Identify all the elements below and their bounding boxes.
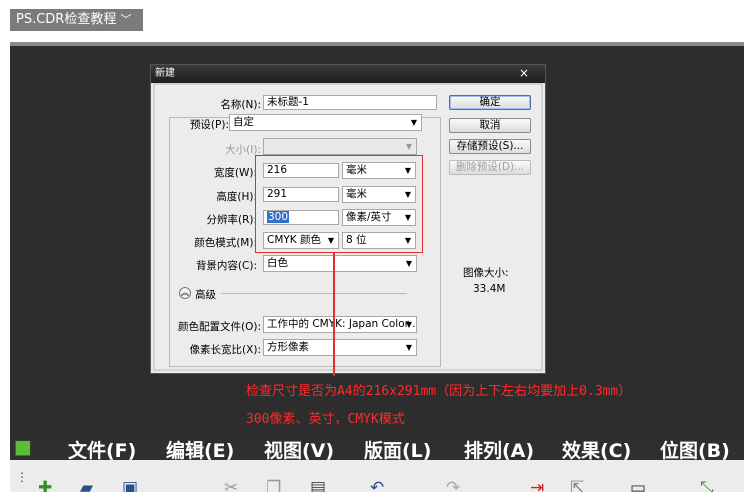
cancel-button[interactable]: 取消 [449,118,531,133]
pixel-aspect-label: 像素长宽比(X): [189,344,261,356]
background-select[interactable]: 白色 ▼ [263,255,417,272]
save-preset-button[interactable]: 存储预设(S)... [449,139,531,154]
application-icon[interactable]: ▭ [630,478,646,492]
profile-label: 颜色配置文件(O): [178,321,261,333]
menu-item-view[interactable]: 视图(V) [264,440,334,460]
toolbar-grip-icon: ⋮ [16,470,28,484]
image-size-label: 图像大小: [463,267,509,279]
dialog-title: 新建 [151,65,545,83]
image-size-value: 33.4M [473,283,506,295]
tutorial-tag-label: PS.CDR检查教程 [16,12,117,27]
zoom-icon[interactable]: ⤡ [700,478,714,492]
height-label: 高度(H): [216,191,257,203]
preset-select[interactable]: 自定 ▼ [229,114,422,131]
cut-icon[interactable]: ✂ [224,478,238,492]
app-logo-icon: ■ [14,440,32,458]
menu-item-layout[interactable]: 版面(L) [364,440,431,460]
redo-icon[interactable]: ↷ [446,478,460,492]
background-label: 背景内容(C): [195,260,257,272]
menu-item-edit[interactable]: 编辑(E) [166,440,234,460]
copy-icon[interactable]: ❐ [266,478,281,492]
dropdown-arrow-icon: ▼ [405,259,412,268]
menu-item-effects[interactable]: 效果(C) [562,440,631,460]
close-icon[interactable]: × [519,65,529,81]
name-label: 名称(N): [220,99,261,111]
annotation-line-1: 检查尺寸是否为A4的216x291mm（因为上下左右均要加上0.3mm） [246,384,632,399]
standard-toolbar: ⋮ ✚ ▰ ▣ ✂ ❐ ▤ ↶ ↷ ⇥ ⇱ ▭ ⤡ [10,460,744,492]
size-select: ▼ [263,138,417,155]
advanced-toggle-icon[interactable]: ︽ [179,287,191,299]
size-label: 大小(I): [225,144,261,156]
profile-select[interactable]: 工作中的 CMYK: Japan Color ... ▼ [263,316,417,333]
width-label: 宽度(W): [213,167,257,179]
paste-icon[interactable]: ▤ [310,478,326,492]
delete-preset-button: 删除预设(D)... [449,160,531,175]
dropdown-arrow-icon: ▼ [405,343,412,352]
save-icon[interactable]: ▣ [122,478,138,492]
advanced-label: 高级 [195,289,216,301]
dropdown-arrow-icon: ▼ [405,320,412,329]
tutorial-tag[interactable]: PS.CDR检查教程 ﹀ [10,9,143,31]
dropdown-arrow-icon: ▼ [410,118,417,127]
import-icon[interactable]: ⇥ [530,478,544,492]
new-icon[interactable]: ✚ [38,478,52,492]
resolution-label: 分辨率(R): [206,214,257,226]
annotation-line-2: 300像素、英寸，CMYK模式 [246,412,405,427]
annotation-highlight-box [255,155,423,253]
name-input[interactable]: 未标题-1 [263,95,437,110]
pixel-aspect-value: 方形像素 [267,341,309,353]
ok-button[interactable]: 确定 [449,95,531,110]
menu-item-arrange[interactable]: 排列(A) [464,440,534,460]
preset-value: 自定 [233,116,254,128]
advanced-divider [221,293,407,294]
menu-bar: ■ 文件(F) 编辑(E) 视图(V) 版面(L) 排列(A) 效果(C) 位图… [10,440,744,460]
dropdown-arrow-icon: ▼ [405,142,412,151]
menu-item-bitmaps[interactable]: 位图(B) [660,440,730,460]
menu-item-file[interactable]: 文件(F) [68,440,136,460]
profile-value: 工作中的 CMYK: Japan Color ... [267,318,417,330]
color-mode-label: 颜色模式(M): [194,237,257,249]
export-icon[interactable]: ⇱ [570,478,584,492]
pixel-aspect-select[interactable]: 方形像素 ▼ [263,339,417,356]
annotation-leader-line [333,252,335,376]
open-icon[interactable]: ▰ [80,478,93,492]
chevron-down-icon: ﹀ [120,13,132,26]
background-value: 白色 [267,257,288,269]
undo-icon[interactable]: ↶ [370,478,384,492]
preset-label: 预设(P): [189,119,229,131]
